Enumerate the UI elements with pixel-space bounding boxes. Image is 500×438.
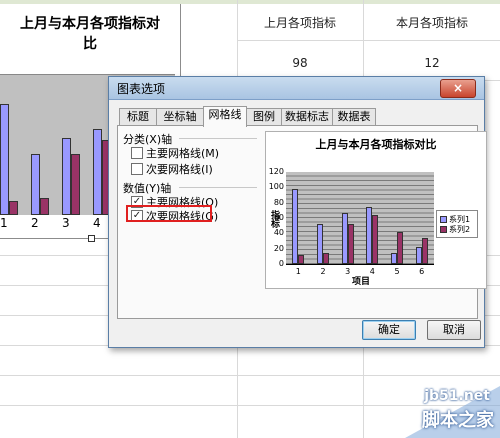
dialog-titlebar[interactable]: 图表选项 × [109, 77, 484, 100]
header-cell-last-month[interactable]: 上月各项指标 [238, 14, 362, 31]
chart-options-dialog: 图表选项 × 标题 坐标轴 网格线 图例 数据标志 数据表 分类(X)轴 主要网… [108, 76, 487, 348]
embedded-bar-series2 [40, 197, 49, 215]
preview-bar [292, 188, 299, 264]
dialog-title: 图表选项 [117, 82, 166, 96]
preview-plot-area [286, 172, 434, 265]
value-cell-this-month[interactable]: 12 [364, 56, 500, 70]
tab-gridlines[interactable]: 网格线 [203, 106, 247, 127]
watermark-name: 脚本之家 [422, 410, 494, 431]
preview-y-tick: 100 [268, 182, 284, 192]
embedded-bar-series2 [9, 201, 18, 215]
embedded-category-label: 3 [62, 216, 70, 230]
tab-axes[interactable]: 坐标轴 [156, 108, 204, 126]
embedded-category-label: 4 [93, 216, 101, 230]
watermark-url: jb51.net [424, 388, 490, 404]
preview-category-label: 5 [394, 267, 400, 276]
preview-bar [298, 254, 305, 264]
preview-bar [347, 224, 354, 264]
preview-x-axis-label: 项目 [352, 277, 371, 287]
x-minor-gridlines-checkbox[interactable] [131, 163, 143, 175]
tab-titles[interactable]: 标题 [119, 108, 157, 126]
cancel-button[interactable]: 取消 [427, 320, 481, 340]
group-divider [179, 187, 257, 188]
x-minor-gridlines-label[interactable]: 次要网格线(I) [146, 161, 213, 177]
watermark: jb51.net 脚本之家 [365, 386, 500, 438]
embedded-bar-series1 [31, 154, 40, 215]
embedded-category-label: 2 [31, 216, 39, 230]
preview-category-label: 6 [419, 267, 425, 276]
embedded-chart-title-line1: 上月与本月各项指标对 [20, 16, 160, 32]
row-border [0, 375, 500, 376]
preview-y-tick: 60 [273, 213, 284, 222]
preview-y-tick: 0 [278, 259, 284, 268]
value-cell-last-month[interactable]: 98 [238, 56, 362, 70]
x-major-gridlines-checkbox[interactable] [131, 147, 143, 159]
embedded-chart-title-line2: 比 [83, 36, 97, 52]
preview-bar [397, 231, 403, 264]
tab-data-labels[interactable]: 数据标志 [281, 108, 333, 126]
resize-handle[interactable] [88, 235, 95, 242]
preview-bar [323, 252, 329, 264]
preview-bar [372, 214, 379, 264]
embedded-bar-series1 [93, 128, 102, 215]
tab-legend[interactable]: 图例 [246, 108, 282, 126]
group-divider [179, 138, 257, 139]
preview-chart-title: 上月与本月各项指标对比 [315, 138, 437, 151]
close-button[interactable]: × [440, 79, 476, 98]
legend-label: 系列1 [449, 215, 471, 224]
embedded-bar-series2 [71, 154, 80, 215]
preview-y-tick: 20 [273, 243, 284, 253]
embedded-bar-series1 [0, 104, 9, 215]
legend-swatch [440, 216, 447, 223]
legend-item-series2: 系列2 [440, 224, 470, 235]
header-cell-this-month[interactable]: 本月各项指标 [364, 14, 500, 31]
preview-bar [421, 237, 428, 264]
preview-y-tick: 120 [268, 167, 284, 176]
legend-swatch [440, 226, 447, 233]
preview-y-tick: 80 [273, 197, 284, 207]
x-major-gridlines-label[interactable]: 主要网格线(M) [146, 145, 219, 161]
embedded-category-label: 1 [0, 216, 8, 230]
preview-category-label: 1 [295, 267, 301, 276]
legend-label: 系列2 [449, 225, 471, 234]
ok-button[interactable]: 确定 [362, 320, 416, 340]
chart-preview: 上月与本月各项指标对比 指标 0 20 40 60 80 100 120 123456 项目… [265, 131, 487, 289]
tab-data-table[interactable]: 数据表 [332, 108, 376, 126]
preview-category-label: 2 [320, 267, 326, 276]
embedded-bar-series1 [62, 138, 71, 215]
preview-y-tick: 40 [273, 228, 284, 238]
preview-legend: 系列1 系列2 [436, 210, 478, 238]
highlight-box [126, 205, 212, 222]
embedded-chart-title: 上月与本月各项指标对 比 [0, 14, 180, 54]
row-border [237, 40, 500, 41]
